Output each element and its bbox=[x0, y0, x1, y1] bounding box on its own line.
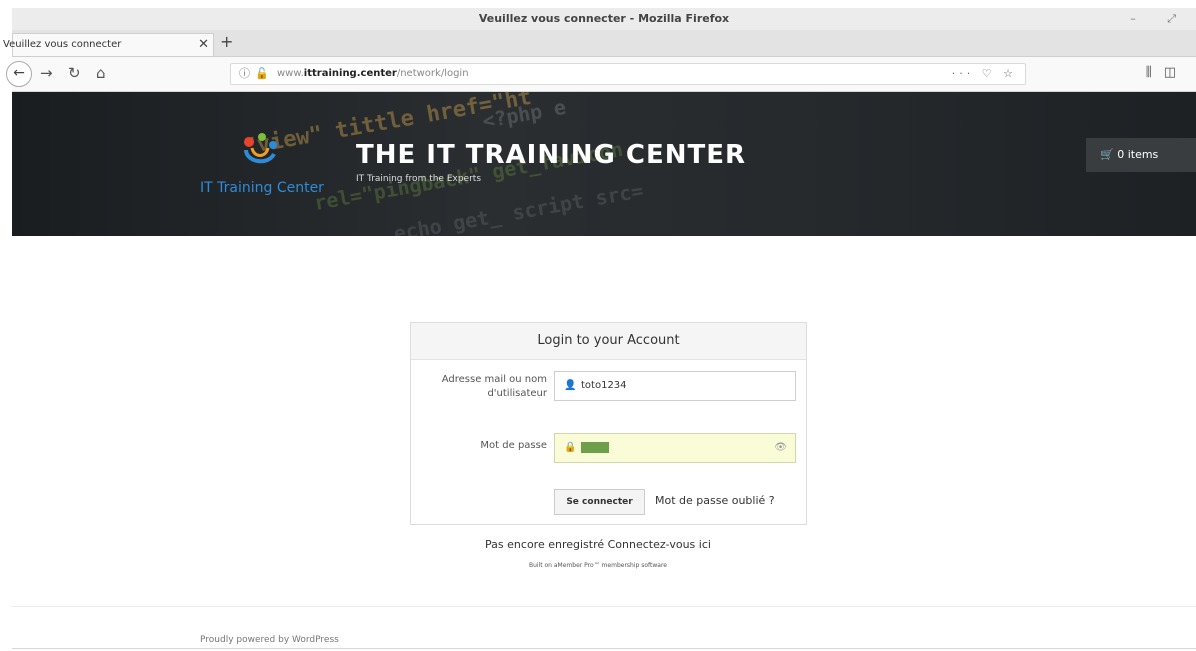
url-text: www.ittraining.center/network/login bbox=[277, 64, 469, 84]
password-masked-value bbox=[581, 442, 609, 453]
cart-label: 0 items bbox=[1117, 148, 1159, 161]
site-logo[interactable]: IT Training Center bbox=[200, 132, 330, 212]
password-label: Mot de passe bbox=[480, 440, 547, 451]
forward-arrow-icon[interactable]: → bbox=[40, 63, 53, 83]
url-path: /network/login bbox=[396, 68, 469, 79]
window-title: Veuillez vous connecter - Mozilla Firefo… bbox=[478, 12, 730, 25]
pocket-icon[interactable]: ♡ bbox=[982, 67, 996, 80]
username-label: Adresse mail ou nom d'utilisateur bbox=[441, 374, 547, 399]
toolbar-right: ⫼◫ bbox=[1146, 65, 1188, 80]
library-icon[interactable]: ⫼ bbox=[1146, 65, 1164, 80]
register-link[interactable]: Pas encore enregistré Connectez-vous ici bbox=[0, 538, 1196, 551]
built-on-text: Built on aMember Pro™ membership softwar… bbox=[528, 562, 667, 569]
close-tab-icon[interactable]: ✕ bbox=[198, 34, 209, 56]
home-icon[interactable]: ⌂ bbox=[96, 63, 106, 83]
password-field[interactable]: 🔒 👁 bbox=[554, 433, 796, 463]
username-field[interactable]: 👤 toto1234 bbox=[554, 371, 796, 401]
cart-button[interactable]: 🛒 0 items bbox=[1086, 138, 1196, 172]
footer-credit[interactable]: Proudly powered by WordPress bbox=[200, 635, 339, 645]
logo-text: IT Training Center bbox=[200, 180, 324, 196]
tab-title: Veuillez vous connecter bbox=[3, 39, 122, 50]
site-tagline: IT Training from the Experts bbox=[356, 174, 482, 184]
logo-people-icon bbox=[244, 133, 277, 164]
cart-icon: 🛒 bbox=[1100, 148, 1114, 161]
show-password-icon[interactable]: 👁 bbox=[774, 434, 787, 462]
username-value: toto1234 bbox=[581, 380, 627, 391]
site-title[interactable]: THE IT TRAINING CENTER bbox=[356, 140, 746, 170]
tab-bar: Veuillez vous connecter ✕ + bbox=[3, 30, 1196, 57]
more-actions-icon[interactable]: ··· bbox=[952, 67, 975, 80]
address-bar[interactable]: ⓘ 🔓 www.ittraining.center/network/login … bbox=[230, 63, 1026, 85]
login-form: Login to your Account Adresse mail ou no… bbox=[410, 322, 807, 525]
new-tab-icon[interactable]: + bbox=[220, 32, 233, 51]
forgot-password-link[interactable]: Mot de passe oublié ? bbox=[655, 494, 775, 507]
insecure-lock-icon[interactable]: 🔓 bbox=[255, 64, 269, 84]
reload-icon[interactable]: ↻ bbox=[68, 63, 81, 83]
footer-divider bbox=[12, 606, 1196, 607]
page-actions: ··· ♡ ☆ bbox=[952, 64, 1017, 84]
sidebar-icon[interactable]: ◫ bbox=[1164, 65, 1188, 80]
url-prefix: www. bbox=[277, 68, 304, 79]
navigation-toolbar: ← → ↻ ⌂ ⓘ 🔓 www.ittraining.center/networ… bbox=[6, 57, 1196, 92]
bookmark-star-icon[interactable]: ☆ bbox=[1003, 67, 1017, 80]
page-bottom-border bbox=[12, 648, 1196, 649]
window-titlebar: Veuillez vous connecter - Mozilla Firefo… bbox=[12, 8, 1196, 30]
login-submit-button[interactable]: Se connecter bbox=[554, 489, 645, 515]
url-domain: ittraining.center bbox=[303, 68, 397, 79]
login-heading: Login to your Account bbox=[411, 323, 806, 360]
back-arrow-icon[interactable]: ← bbox=[6, 61, 32, 87]
window-controls[interactable]: – ⤢ bbox=[1130, 8, 1190, 30]
user-icon: 👤 bbox=[564, 380, 577, 391]
browser-tab[interactable]: Veuillez vous connecter ✕ bbox=[3, 33, 214, 56]
lock-icon: 🔒 bbox=[564, 442, 577, 453]
site-info-icon[interactable]: ⓘ bbox=[239, 64, 250, 84]
site-header: "view" tittle href="ht <?php e rel="ping… bbox=[12, 92, 1196, 236]
